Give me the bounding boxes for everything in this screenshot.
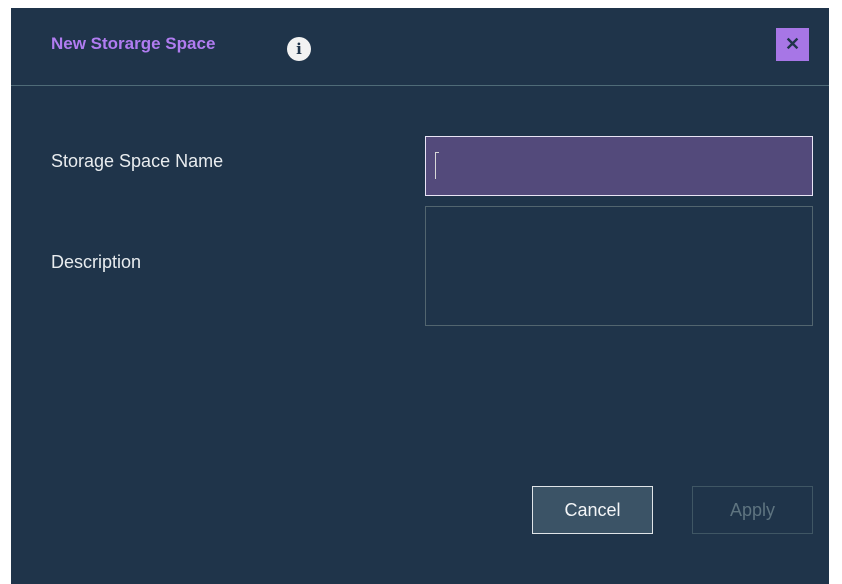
cancel-button[interactable]: Cancel	[532, 486, 653, 534]
dialog-header: New Storarge Space i ✕	[11, 8, 829, 86]
text-cursor	[435, 152, 439, 179]
apply-button[interactable]: Apply	[692, 486, 813, 534]
description-input[interactable]	[425, 206, 813, 326]
close-button[interactable]: ✕	[776, 28, 809, 61]
dialog-title: New Storarge Space	[51, 34, 216, 53]
storage-space-name-input[interactable]	[425, 136, 813, 196]
close-icon: ✕	[784, 34, 801, 54]
info-icon[interactable]: i	[287, 37, 311, 61]
new-storage-space-dialog: New Storarge Space i ✕ Storage Space Nam…	[11, 8, 829, 584]
storage-space-name-label: Storage Space Name	[51, 151, 224, 171]
description-label: Description	[51, 252, 142, 272]
